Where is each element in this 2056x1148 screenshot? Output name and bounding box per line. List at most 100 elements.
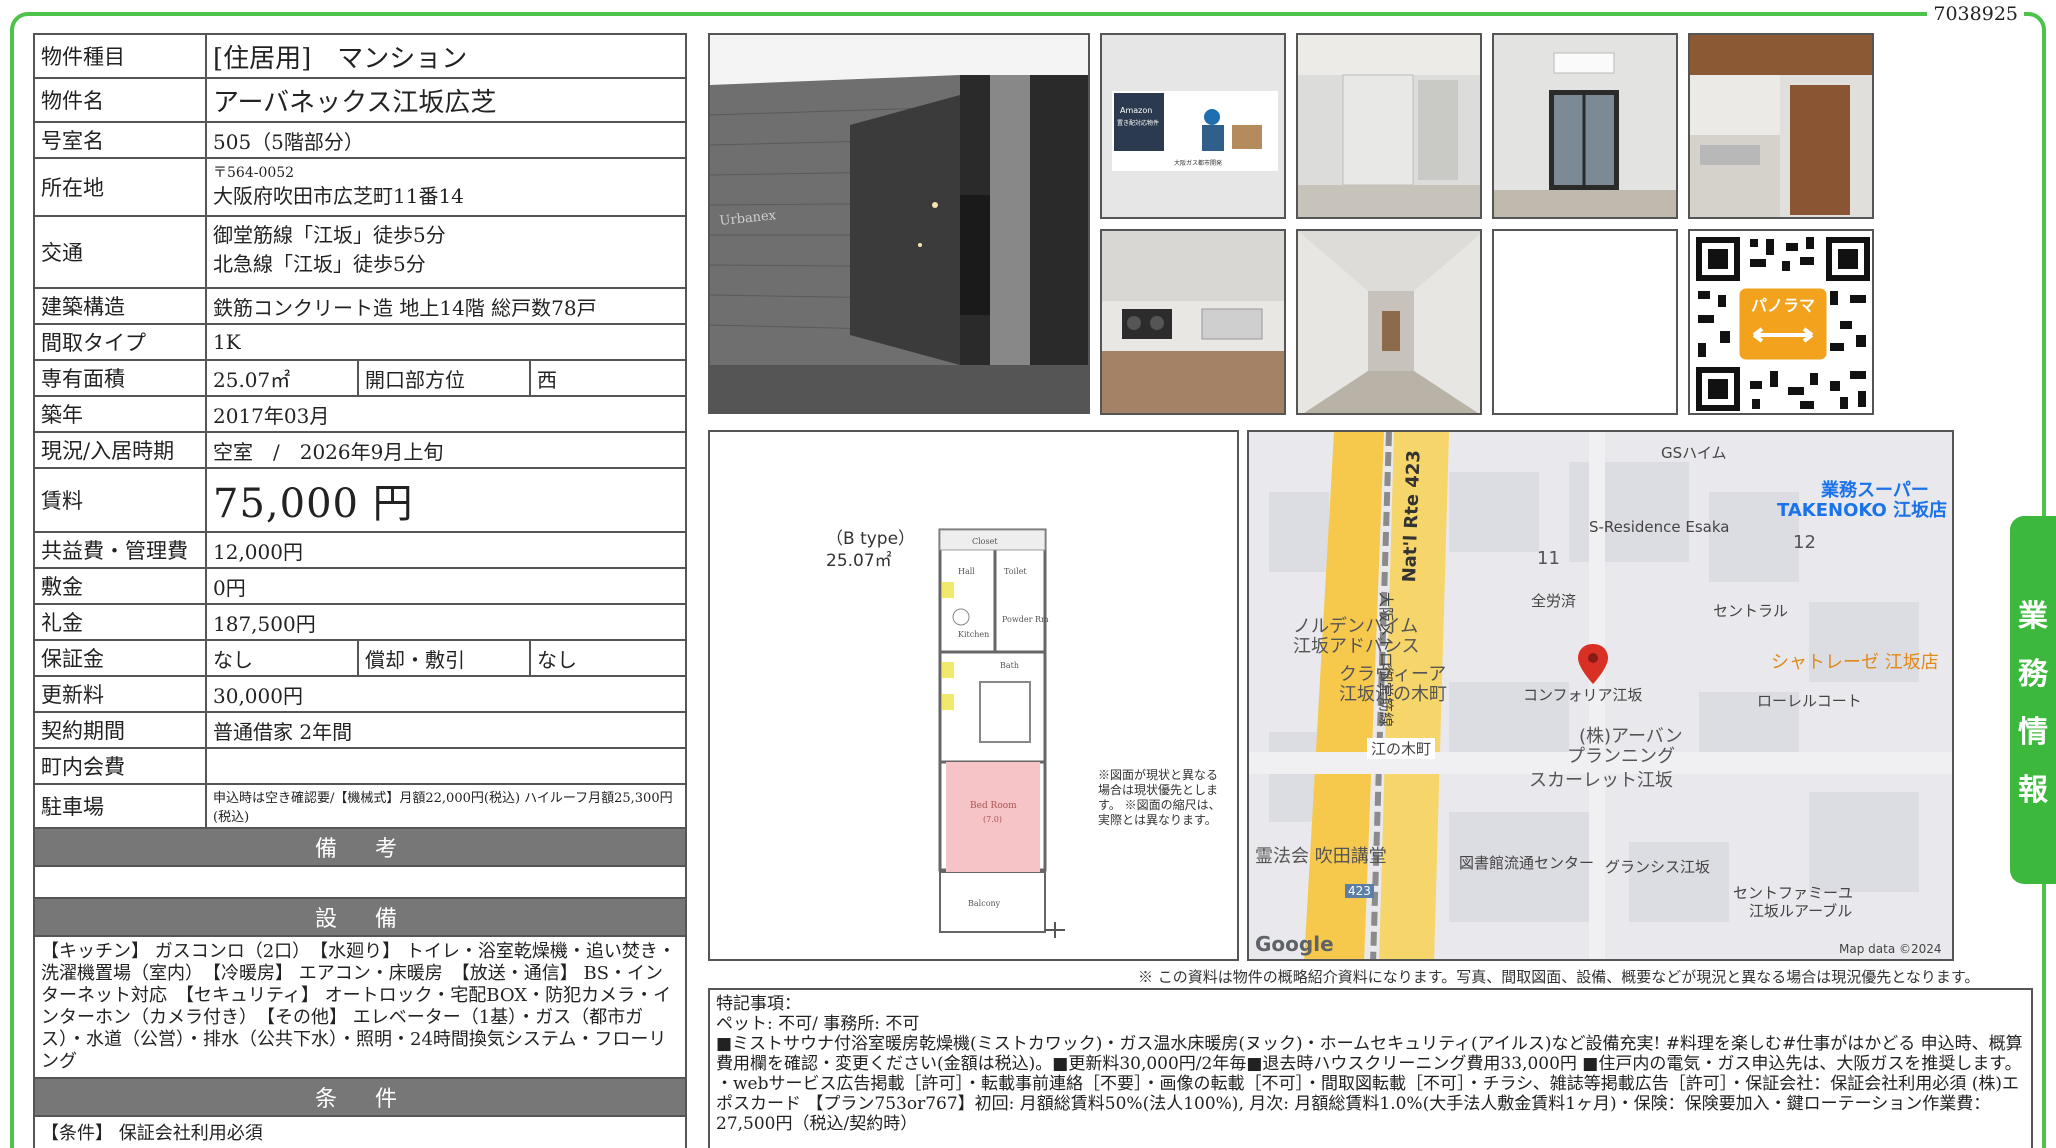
transit-line-2: 北急線「江坂」徒歩5分 [213,252,426,276]
label-built: 築年 [33,395,207,433]
value-structure: 鉄筋コンクリート造 地上14階 総戸数78戸 [205,287,687,325]
map-label-clavia-2: 江坂江の木町 [1339,684,1447,705]
zip-code: 〒564-0052 [213,164,295,181]
value-address: 〒564-0052 大阪府吹田市広芝町11番14 [205,157,687,217]
floor-plan-drawing: Closet Hall Toilet Kitchen Powder Rm Bat… [938,528,1065,938]
thumb-gas-stove[interactable] [1100,229,1286,415]
amazon-footer: 大阪ガス都市開発 [1174,159,1222,167]
value-type: [住居用] マンション [205,33,687,79]
plan-compass-icon [1045,922,1065,938]
equipment-header: 設 備 [33,897,687,937]
panorama-qr-code[interactable]: パノラマ [1688,229,1874,415]
thumb-hallway[interactable] [1296,229,1482,415]
remarks-header: 備 考 [33,827,687,867]
floor-plan[interactable]: （B type） 25.07㎡ Closet Hall Toilet Kitch… [708,430,1239,961]
side-tab-char-2: 務 [2018,657,2048,692]
value-common: 12,000円 [205,531,687,569]
equipment-body: 【キッチン】 ガスコンロ（2口） 【水廻り】 トイレ・浴室乾燥機・追い焚き・洗濯… [33,935,687,1079]
label-status: 現況/入居時期 [33,431,207,469]
map-label-library: 図書館流通センター [1459,854,1595,872]
label-amortization: 償却・敷引 [357,639,531,677]
conditions-header: 条 件 [33,1077,687,1117]
label-parking: 駐車場 [33,783,207,829]
map-label-enokicho: 江の木町 [1367,738,1436,759]
value-town-fee [205,747,687,785]
map-pin-icon [1578,644,1608,684]
plan-room-toilet: Toilet [1004,567,1027,576]
label-renewal: 更新料 [33,675,207,713]
amazon-title: Amazon [1120,106,1152,115]
label-contract: 契約期間 [33,711,207,749]
label-type: 物件種目 [33,33,207,79]
label-layout: 間取タイプ [33,323,207,361]
map-label-urban-2: プランニング [1567,746,1675,767]
location-map[interactable]: GSハイム 業務スーパー TAKENOKO 江坂店 S-Residence Es… [1247,430,1954,961]
map-label-block-11: 11 [1537,548,1560,569]
value-deposit: 0円 [205,567,687,605]
map-label-laurel-court: ローレルコート [1757,692,1862,710]
business-info-tab[interactable]: 業 務 情 報 [2010,516,2056,884]
document-number: 7038925 [1927,3,2024,25]
side-tab-char-1: 業 [2018,599,2048,634]
map-label-comforia: コンフォリア江坂 [1523,686,1643,704]
label-name: 物件名 [33,77,207,123]
remarks-line-2: ペット: 不可/ 事務所: 不可 [716,1014,920,1034]
value-key-money: 187,500円 [205,603,687,641]
value-amortization: なし [529,639,687,677]
map-google-logo: Google [1255,932,1334,956]
map-label-centfa-2: 江坂ルアーブル [1749,902,1853,920]
label-rent: 賃料 [33,467,207,533]
plan-room-hall: Hall [958,567,975,576]
transit-line-1: 御堂筋線「江坂」徒歩5分 [213,223,446,247]
map-label-block-12: 12 [1793,532,1816,553]
plan-room-kitchen: Kitchen [958,630,989,639]
label-direction: 開口部方位 [357,359,531,397]
value-parking: 申込時は空き確認要/【機械式】月額22,000円(税込) ハイルーフ月額25,3… [205,783,687,829]
label-room: 号室名 [33,121,207,159]
address-text: 大阪府吹田市広芝町11番14 [213,183,464,208]
thumb-kitchen-cabinet[interactable] [1688,33,1874,219]
special-remarks: 特記事項： ペット: 不可/ 事務所: 不可 ■ミストサウナ付浴室暖房乾燥機(ミ… [708,988,2033,1148]
map-label-gs-heim: GSハイム [1661,444,1727,462]
label-transit: 交通 [33,215,207,289]
map-label-route-shield: 423 [1345,884,1374,898]
plan-room-closet: Closet [972,537,998,546]
map-label-scarlet: スカーレット江坂 [1529,770,1673,791]
thumb-amazon[interactable]: Amazon 置き配対応物件 大阪ガス都市開発 [1100,33,1286,219]
side-tab-char-3: 情 [2018,715,2048,750]
remarks-line-1: 特記事項： [716,994,801,1014]
remarks-line-3: ■ミストサウナ付浴室暖房乾燥機(ミストカワック)・ガス温水床暖房(ヌック)・ホー… [716,1034,2023,1074]
map-label-s-residence: S-Residence Esaka [1589,518,1730,536]
value-built: 2017年03月 [205,395,687,433]
value-direction: 西 [529,359,687,397]
plan-bedroom-size: (7.0) [983,815,1002,824]
entrance-photo[interactable]: Urbanex [708,33,1090,414]
label-address: 所在地 [33,157,207,217]
map-data-attribution: Map data ©2024 [1839,942,1942,956]
panorama-label: パノラマ [1751,296,1815,315]
value-name: アーバネックス江坂広芝 [205,77,687,123]
value-room: 505（5階部分） [205,121,687,159]
map-label-norden-2: 江坂アドバンス [1293,636,1420,657]
plan-room-bedroom: Bed Room [970,801,1017,811]
map-label-zenrosai: 全労済 [1531,592,1577,610]
remarks-line-4: ・webサービス広告掲載［許可］・転載事前連絡［不要］・画像の転載［不可］・間取… [716,1074,2019,1134]
map-label-takenoko: TAKENOKO 江坂店 [1777,500,1948,521]
value-status: 空室 / 2026年9月上旬 [205,431,687,469]
value-layout: 1K [205,323,687,361]
label-town-fee: 町内会費 [33,747,207,785]
label-structure: 建築構造 [33,287,207,325]
plan-room-powder: Powder Rm [1002,615,1049,624]
plan-room-bath: Bath [1000,661,1019,670]
thumb-living-window[interactable] [1492,33,1678,219]
conditions-body: 【条件】 保証会社利用必須 [33,1115,687,1148]
property-table: 物件種目 [住居用] マンション 物件名 アーバネックス江坂広芝 号室名 505… [33,33,687,1148]
remarks-body [33,865,687,899]
label-guarantee: 保証金 [33,639,207,677]
value-renewal: 30,000円 [205,675,687,713]
amazon-subtitle: 置き配対応物件 [1117,119,1159,127]
label-deposit: 敷金 [33,567,207,605]
thumb-room-doors[interactable] [1296,33,1482,219]
disclaimer-text: ※ この資料は物件の概略紹介資料になります。写真、間取図面、設備、概要などが現況… [1138,968,1980,986]
label-common: 共益費・管理費 [33,531,207,569]
